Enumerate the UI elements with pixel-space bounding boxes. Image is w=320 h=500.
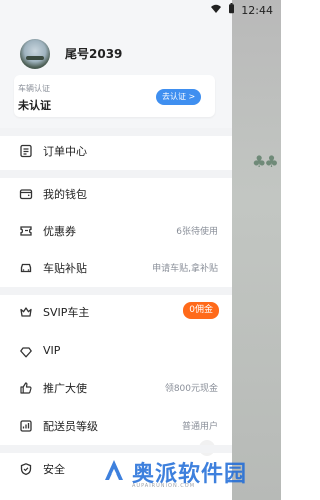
menu-label: 优惠券: [43, 225, 76, 238]
navigation-drawer: 尾号2039 车辆认证 未认证 去认证 > 订单中心 我的钱包 优惠券 6张待使…: [0, 0, 232, 500]
menu-item-wallet[interactable]: 我的钱包: [0, 181, 232, 205]
crown-icon: [19, 304, 33, 318]
username[interactable]: 尾号2039: [65, 45, 122, 62]
wifi-icon: [210, 4, 222, 17]
car-icon: [19, 260, 33, 274]
menu-label: 推广大使: [43, 382, 87, 395]
certification-title: 车辆认证: [18, 84, 50, 93]
watermark-logo: [102, 458, 126, 486]
section-divider: [0, 287, 232, 295]
document-icon: [19, 143, 33, 158]
section-divider: [0, 170, 232, 178]
thumb-up-icon: [19, 380, 33, 394]
status-time: 12:44: [241, 3, 273, 17]
menu-item-coupons[interactable]: 优惠券 6张待使用: [0, 218, 232, 242]
background-map: [232, 0, 281, 500]
menu-label: 配送员等级: [43, 420, 98, 433]
go-certify-label: 去认证: [162, 92, 186, 101]
menu-item-vip[interactable]: VIP: [0, 339, 232, 363]
coupon-count: 6张待使用: [176, 227, 218, 237]
menu-label: 订单中心: [43, 145, 87, 158]
menu-label: SVIP车主: [43, 306, 90, 319]
commission-badge: 0佣金: [183, 302, 219, 319]
car-sticker-hint: 申请车贴,拿补贴: [152, 264, 218, 274]
battery-icon: [228, 3, 235, 17]
watermark: 奥派软件园 AUPAIRUNION.COM: [102, 456, 247, 489]
avatar[interactable]: [20, 39, 50, 69]
menu-item-car-sticker[interactable]: 车贴补贴 申请车贴,拿补贴: [0, 255, 232, 279]
section-divider: [0, 128, 232, 136]
courier-level-value: 普通用户: [181, 422, 218, 432]
tree-decoration: ♣♣: [252, 152, 279, 171]
watermark-subtext: AUPAIRUNION.COM: [132, 483, 196, 489]
shield-icon: [19, 461, 33, 476]
ticket-icon: [19, 223, 33, 237]
chevron-right-icon: >: [188, 92, 196, 101]
level-icon: [19, 418, 33, 432]
go-certify-button[interactable]: 去认证 >: [156, 89, 202, 105]
promoter-reward: 领800元现金: [164, 384, 218, 394]
menu-item-orders[interactable]: 订单中心: [0, 138, 232, 162]
section-divider: [0, 445, 232, 453]
menu-label: 我的钱包: [43, 188, 87, 201]
menu-item-promoter[interactable]: 推广大使 领800元现金: [0, 375, 232, 399]
menu-item-courier-level[interactable]: 配送员等级 普通用户: [0, 413, 232, 437]
menu-label: 车贴补贴: [43, 262, 87, 275]
menu-label: VIP: [43, 344, 61, 357]
diamond-icon: [19, 344, 33, 358]
certification-status: 未认证: [18, 99, 51, 112]
wallet-icon: [19, 186, 33, 200]
menu-item-svip[interactable]: SVIP车主 0佣金: [0, 299, 232, 323]
status-bar: 12:44: [0, 0, 281, 22]
menu-label: 安全: [43, 463, 65, 476]
